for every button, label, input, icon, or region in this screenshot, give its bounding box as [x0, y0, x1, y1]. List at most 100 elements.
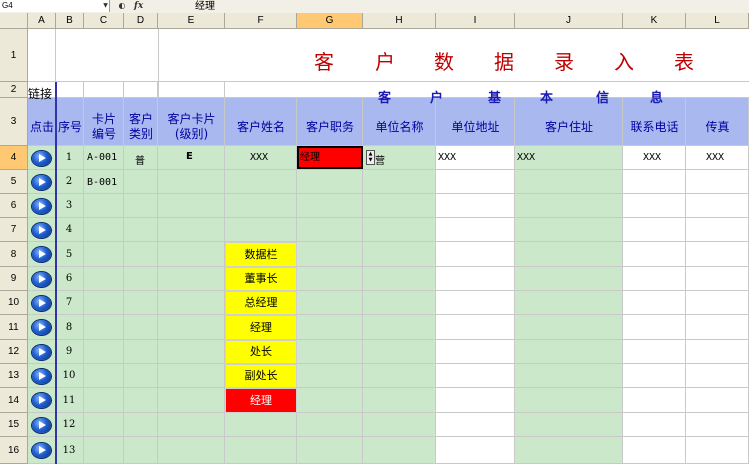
row-header-4[interactable]: 4 [0, 146, 28, 170]
cell[interactable] [436, 170, 515, 194]
cell[interactable] [84, 291, 124, 315]
cell[interactable] [225, 170, 297, 194]
cell[interactable] [363, 413, 436, 437]
play-link-button[interactable] [32, 393, 51, 408]
column-header-d[interactable]: D [124, 13, 158, 29]
row-header-11[interactable]: 11 [0, 315, 28, 340]
cell[interactable] [436, 437, 515, 464]
fx-label[interactable]: fx [134, 0, 143, 12]
cell[interactable] [56, 29, 84, 82]
play-link-button[interactable] [32, 223, 51, 238]
play-link-button[interactable] [32, 443, 51, 458]
select-all-corner[interactable] [0, 13, 28, 29]
cell[interactable] [84, 218, 124, 242]
cell[interactable] [515, 267, 623, 291]
dropdown-option[interactable]: 经理 [225, 315, 297, 340]
cell[interactable] [515, 364, 623, 388]
spinner-icon[interactable]: ▲ ▼ [366, 150, 375, 165]
cell[interactable] [124, 413, 158, 437]
cell[interactable] [686, 170, 749, 194]
cell[interactable] [436, 413, 515, 437]
cell[interactable] [623, 218, 686, 242]
cell[interactable] [158, 388, 225, 413]
cell[interactable] [158, 267, 225, 291]
cell[interactable] [515, 413, 623, 437]
row-header-8[interactable]: 8 [0, 242, 28, 267]
card-no-b001[interactable]: B-001 [87, 177, 117, 188]
cell[interactable] [297, 340, 363, 364]
cell[interactable] [363, 242, 436, 267]
cell[interactable] [297, 267, 363, 291]
dropdown-option[interactable]: 处长 [225, 340, 297, 364]
cell[interactable] [363, 315, 436, 340]
dropdown-option[interactable]: 董事长 [225, 267, 297, 291]
dropdown-option[interactable]: 经理 [225, 388, 297, 413]
phone[interactable]: XXX [643, 152, 661, 163]
cell[interactable] [515, 340, 623, 364]
name-box-dropdown-icon[interactable]: ▼ [102, 2, 109, 10]
cell[interactable] [436, 218, 515, 242]
cell[interactable] [363, 388, 436, 413]
cell[interactable] [297, 170, 363, 194]
cell[interactable] [84, 29, 124, 82]
cell[interactable] [623, 364, 686, 388]
cell[interactable] [515, 315, 623, 340]
cell[interactable] [124, 29, 158, 82]
fax[interactable]: XXX [706, 152, 724, 163]
name-box[interactable]: G4 [0, 0, 110, 12]
cell[interactable] [436, 194, 515, 218]
cell[interactable] [686, 388, 749, 413]
row-header-2[interactable]: 2 [0, 82, 28, 98]
column-header-k[interactable]: K [623, 13, 686, 29]
column-header-c[interactable]: C [84, 13, 124, 29]
cell[interactable] [623, 194, 686, 218]
position-cell-selected[interactable]: 经理 [297, 146, 363, 169]
cell[interactable] [297, 437, 363, 464]
play-link-button[interactable] [32, 369, 51, 384]
home-address[interactable]: XXX [517, 152, 535, 163]
cell[interactable] [158, 340, 225, 364]
cell[interactable] [515, 194, 623, 218]
cell[interactable] [297, 82, 363, 98]
column-header-j[interactable]: J [515, 13, 623, 29]
cell[interactable] [686, 291, 749, 315]
cell[interactable] [297, 315, 363, 340]
cell[interactable] [158, 218, 225, 242]
cell[interactable] [158, 82, 225, 98]
row-header-13[interactable]: 13 [0, 364, 28, 388]
cell[interactable] [84, 340, 124, 364]
cell[interactable] [623, 388, 686, 413]
cell[interactable] [436, 291, 515, 315]
cell[interactable] [297, 413, 363, 437]
cell[interactable] [84, 267, 124, 291]
row-header-16[interactable]: 16 [0, 437, 28, 464]
cell[interactable] [436, 82, 515, 98]
cell[interactable] [225, 413, 297, 437]
cell[interactable] [124, 242, 158, 267]
cell[interactable] [623, 267, 686, 291]
cell[interactable] [686, 315, 749, 340]
cell[interactable] [124, 170, 158, 194]
company-name[interactable]: 营 [375, 152, 385, 167]
column-header-b[interactable]: B [56, 13, 84, 29]
cell[interactable] [84, 194, 124, 218]
play-link-button[interactable] [32, 247, 51, 262]
play-link-button[interactable] [32, 272, 51, 287]
cell[interactable] [84, 242, 124, 267]
cell[interactable] [686, 413, 749, 437]
cell[interactable] [623, 437, 686, 464]
row-header-12[interactable]: 12 [0, 340, 28, 364]
play-link-button[interactable] [32, 320, 51, 335]
cell[interactable] [686, 242, 749, 267]
cell[interactable] [297, 364, 363, 388]
cell[interactable] [124, 437, 158, 464]
cell[interactable] [363, 218, 436, 242]
cell[interactable] [158, 437, 225, 464]
cell[interactable] [225, 218, 297, 242]
cell[interactable] [158, 29, 225, 82]
play-link-button[interactable] [32, 175, 51, 190]
cell[interactable] [56, 82, 84, 98]
column-header-f[interactable]: F [225, 13, 297, 29]
cell[interactable] [436, 388, 515, 413]
cell[interactable] [225, 194, 297, 218]
